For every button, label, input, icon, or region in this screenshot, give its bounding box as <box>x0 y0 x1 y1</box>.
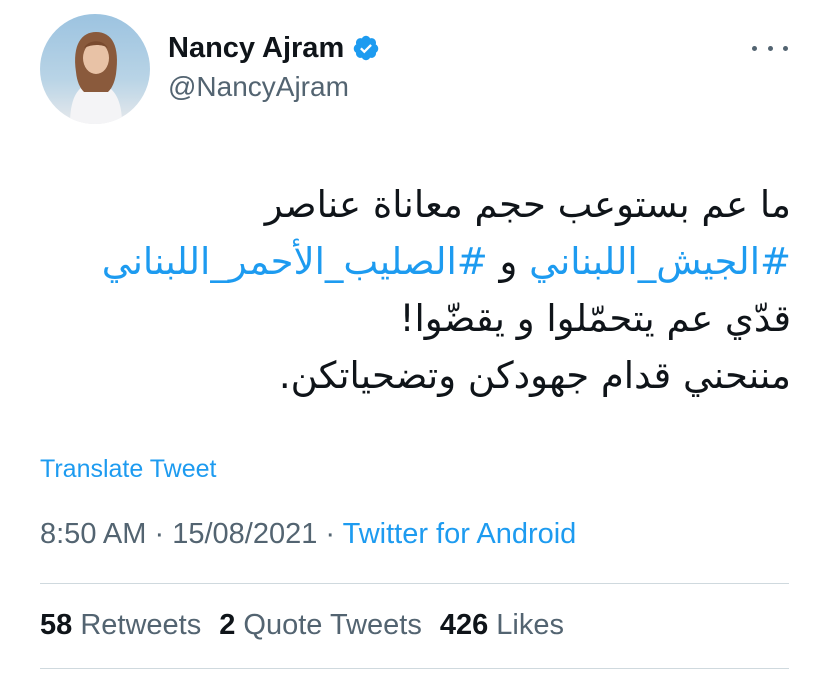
display-name[interactable]: Nancy Ajram <box>168 30 344 66</box>
tweet-line-4: مننحني قدام جهودكن وتضحياتكن. <box>278 354 791 397</box>
profile-photo <box>40 14 150 124</box>
author-block: Nancy Ajram @NancyAjram <box>168 30 380 104</box>
retweets-count: 58 <box>40 609 73 641</box>
divider <box>40 668 789 669</box>
avatar[interactable] <box>40 14 150 124</box>
tweet-line-2: #الجيش_اللبناني و #الصليب_الأحمر_اللبنان… <box>31 233 791 290</box>
tweet-text: ما عم بستوعب حجم معاناة عناصر #الجيش_الل… <box>31 176 791 404</box>
tweet-source-link[interactable]: Twitter for Android <box>343 518 577 550</box>
likes-stat[interactable]: 426 Likes <box>440 609 564 641</box>
tweet-stats: 58 Retweets 2 Quote Tweets 426 Likes <box>40 609 564 642</box>
likes-count: 426 <box>439 609 489 641</box>
author-handle[interactable]: @NancyAjram <box>168 70 380 104</box>
tweet-connector: و <box>487 240 530 283</box>
divider <box>40 583 789 584</box>
verified-badge-icon <box>352 34 380 62</box>
meta-separator: · <box>146 518 173 550</box>
retweets-stat[interactable]: 58 Retweets <box>40 609 201 641</box>
quote-tweets-stat[interactable]: 2 Quote Tweets <box>219 609 422 641</box>
likes-label: Likes <box>496 609 564 641</box>
tweet-time[interactable]: 8:50 AM <box>40 518 146 550</box>
dot-icon <box>752 45 757 51</box>
tweet-date[interactable]: 15/08/2021 <box>172 518 317 550</box>
quote-tweets-count: 2 <box>219 609 236 641</box>
translate-tweet-link[interactable]: Translate Tweet <box>40 455 216 484</box>
tweet-line-1: ما عم بستوعب حجم معاناة عناصر <box>264 183 791 226</box>
meta-separator: · <box>317 518 343 550</box>
quote-tweets-label: Quote Tweets <box>243 609 422 641</box>
tweet-line-3: قدّي عم يتحمّلوا و يقضّوا! <box>399 297 791 340</box>
hashtag-link-lebanese-red-cross[interactable]: #الصليب_الأحمر_اللبناني <box>102 240 488 283</box>
more-options-icon[interactable] <box>752 38 788 58</box>
tweet-metadata: 8:50 AM · 15/08/2021 · Twitter for Andro… <box>40 518 576 551</box>
dot-icon <box>767 45 773 51</box>
dot-icon <box>783 45 788 51</box>
hashtag-link-lebanese-army[interactable]: #الجيش_اللبناني <box>529 240 791 283</box>
author-name-row[interactable]: Nancy Ajram <box>168 30 380 66</box>
retweets-label: Retweets <box>80 609 202 641</box>
